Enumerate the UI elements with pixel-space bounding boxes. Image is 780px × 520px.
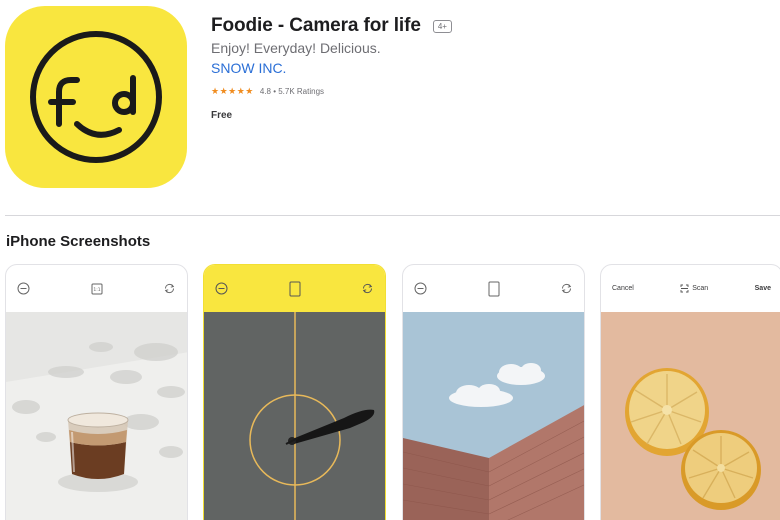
scan-icon — [680, 284, 689, 293]
scan-button[interactable]: Scan — [680, 284, 708, 293]
frame-icon: 1:1 — [91, 283, 102, 294]
rating-stars-icon: ★★★★★ — [211, 86, 254, 96]
circle-icon — [414, 282, 427, 295]
app-title-row: Foodie - Camera for life 4+ — [211, 15, 452, 37]
foodie-face-logo-icon — [30, 31, 162, 163]
court-shadow-photo — [204, 312, 385, 520]
cancel-button[interactable]: Cancel — [612, 285, 634, 292]
developer-link[interactable]: SNOW INC. — [211, 60, 286, 76]
camera-toolbar: 1:1 — [6, 265, 187, 312]
rotate-icon — [561, 283, 572, 294]
app-icon — [5, 6, 187, 188]
section-title: iPhone Screenshots — [6, 233, 151, 250]
save-button[interactable]: Save — [755, 285, 771, 292]
divider — [5, 215, 780, 216]
screenshot-card-1[interactable]: 1:1 — [5, 264, 188, 520]
latte-glass-photo — [6, 312, 187, 520]
app-title: Foodie - Camera for life — [211, 15, 421, 36]
circle-icon — [215, 282, 228, 295]
camera-toolbar — [204, 265, 385, 312]
rotate-icon — [164, 283, 175, 294]
rotate-icon — [362, 283, 373, 294]
lemon-halves-photo — [601, 312, 780, 520]
screenshot-card-2[interactable] — [203, 264, 386, 520]
edit-toolbar: Cancel Scan Save — [601, 265, 780, 312]
circle-icon — [17, 282, 30, 295]
camera-toolbar — [403, 265, 584, 312]
scan-label: Scan — [692, 285, 709, 292]
screenshot-card-4[interactable]: Cancel Scan Save — [600, 264, 780, 520]
brick-wall-sky-photo — [403, 312, 584, 520]
rating-text: 4.8 • 5.7K Ratings — [259, 87, 325, 96]
svg-text:1:1: 1:1 — [93, 287, 100, 293]
screenshot-card-3[interactable] — [402, 264, 585, 520]
age-rating-badge: 4+ — [432, 20, 452, 33]
price-label: Free — [211, 110, 233, 121]
rating-row: ★★★★★ 4.8 • 5.7K Ratings — [211, 86, 324, 97]
frame-icon — [488, 281, 499, 296]
app-subtitle: Enjoy! Everyday! Delicious. — [211, 40, 381, 56]
frame-icon — [289, 281, 300, 296]
